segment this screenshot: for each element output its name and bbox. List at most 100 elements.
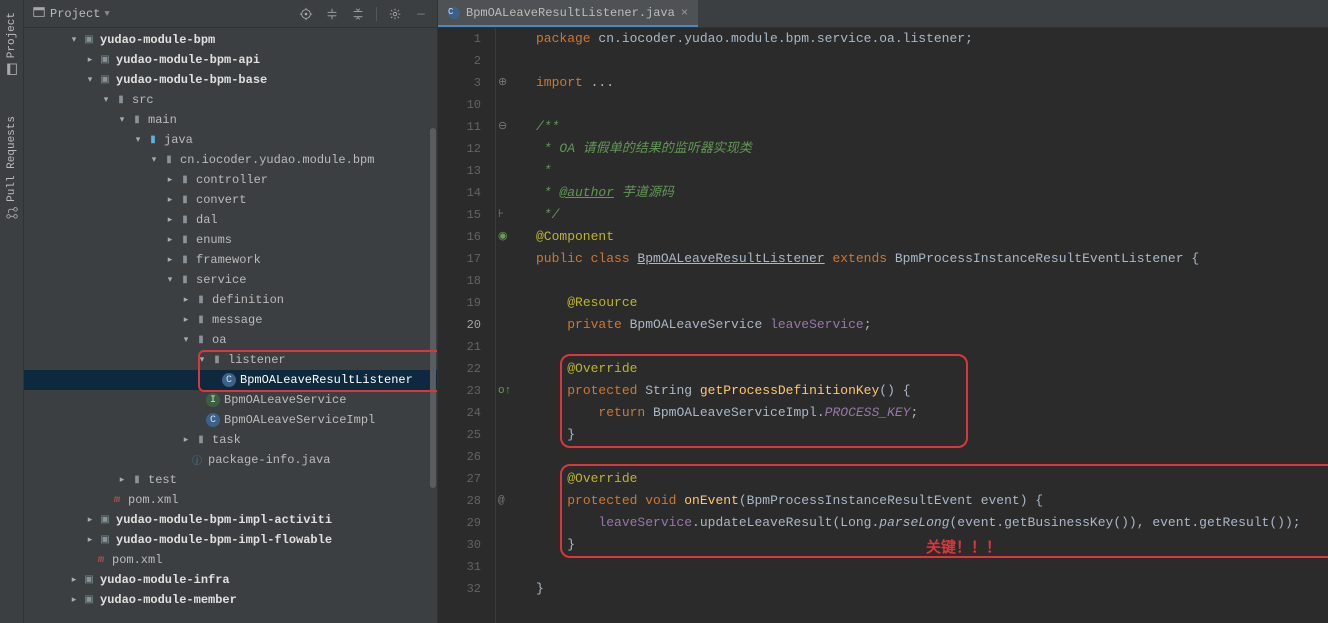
module-folder-icon: ▣ — [98, 53, 112, 67]
tree-label: BpmOALeaveService — [224, 393, 346, 407]
hide-icon[interactable]: — — [413, 6, 429, 22]
tree-label: yudao-module-infra — [100, 573, 230, 587]
editor-body[interactable]: 1 2 3 10 11 12 13 14 15 16 17 18 19 20 2… — [438, 28, 1328, 623]
tree-label: framework — [196, 253, 261, 267]
project-tree[interactable]: ▾▣yudao-module-bpm ▸▣yudao-module-bpm-ap… — [24, 28, 437, 623]
package-icon: ▮ — [162, 153, 176, 167]
class-icon: C — [206, 413, 220, 427]
code-token: } — [536, 581, 544, 596]
code-token: (BpmProcessInstanceResultEvent event) { — [739, 493, 1043, 508]
code-token: * — [536, 185, 559, 200]
tree-node-package[interactable]: ▸▮message — [24, 310, 437, 330]
expand-all-icon[interactable] — [324, 6, 340, 22]
code-token: protected — [567, 383, 637, 398]
tree-node-module[interactable]: ▸▣yudao-module-bpm-impl-activiti — [24, 510, 437, 530]
tree-label: yudao-module-bpm-base — [116, 73, 267, 87]
rail-project[interactable]: Project — [3, 4, 21, 84]
tree-scrollbar[interactable] — [430, 128, 436, 488]
tree-label: yudao-module-bpm-impl-flowable — [116, 533, 332, 547]
editor-tab-label: BpmOALeaveResultListener.java — [466, 6, 675, 20]
package-icon: ▮ — [178, 173, 192, 187]
line-number: 30 — [438, 534, 481, 556]
code-token: private — [567, 317, 622, 332]
tree-node-folder[interactable]: ▸▮test — [24, 470, 437, 490]
project-view-selector[interactable]: Project ▼ — [32, 5, 110, 23]
code-token: cn.iocoder.yudao.module.bpm.service.oa.l… — [591, 31, 973, 46]
tree-node-package[interactable]: ▸▮framework — [24, 250, 437, 270]
tree-node-package[interactable]: ▸▮task — [24, 430, 437, 450]
folder-icon: ▮ — [130, 113, 144, 127]
class-icon: C — [448, 7, 460, 19]
tree-node-package[interactable]: ▸▮definition — [24, 290, 437, 310]
tree-node-module[interactable]: ▸▣yudao-module-infra — [24, 570, 437, 590]
package-icon: ▮ — [178, 233, 192, 247]
project-rail-icon — [5, 62, 19, 76]
chevron-down-icon: ▼ — [104, 9, 109, 19]
tree-node-interface[interactable]: I BpmOALeaveService — [24, 390, 437, 410]
interface-icon: I — [206, 393, 220, 407]
java-file-icon: ⓙ — [190, 453, 204, 467]
tree-label: controller — [196, 173, 268, 187]
tree-node-maven[interactable]: mpom.xml — [24, 550, 437, 570]
folder-icon: ▮ — [130, 473, 144, 487]
code-token: (event.getBusinessKey()), event.getResul… — [950, 515, 1301, 530]
tree-node-src-folder[interactable]: ▾▮java — [24, 130, 437, 150]
line-number: 28 — [438, 490, 481, 512]
pull-request-icon — [5, 206, 19, 220]
tree-node-maven[interactable]: mpom.xml — [24, 490, 437, 510]
project-panel-title: Project — [50, 7, 100, 21]
tree-node-module[interactable]: ▾▣yudao-module-bpm-base — [24, 70, 437, 90]
project-tool-window: Project ▼ — ▾▣yudao-module-bpm ▸▣yudao-m… — [24, 0, 438, 623]
tree-node-package[interactable]: ▸▮convert — [24, 190, 437, 210]
line-number: 25 — [438, 424, 481, 446]
tree-node-module[interactable]: ▾▣yudao-module-bpm — [24, 30, 437, 50]
tree-node-class-selected[interactable]: CBpmOALeaveResultListener — [24, 370, 437, 390]
line-number: 12 — [438, 138, 481, 160]
collapse-all-icon[interactable] — [350, 6, 366, 22]
tree-node-folder[interactable]: ▾▮main — [24, 110, 437, 130]
tree-label: pom.xml — [128, 493, 178, 507]
package-icon: ▮ — [178, 193, 192, 207]
locate-icon[interactable] — [298, 6, 314, 22]
settings-gear-icon[interactable] — [387, 6, 403, 22]
tree-label: main — [148, 113, 177, 127]
tree-node-module[interactable]: ▸▣yudao-module-bpm-api — [24, 50, 437, 70]
tree-node-package[interactable]: ▾▮cn.iocoder.yudao.module.bpm — [24, 150, 437, 170]
package-icon: ▮ — [194, 333, 208, 347]
line-number: 17 — [438, 248, 481, 270]
annotation-label: 关键！！！ — [926, 538, 1001, 560]
tree-label: service — [196, 273, 246, 287]
tree-node-package[interactable]: ▸▮enums — [24, 230, 437, 250]
code-token: */ — [536, 207, 559, 222]
editor-panel: C BpmOALeaveResultListener.java × 1 2 3 … — [438, 0, 1328, 623]
tree-label: yudao-module-bpm-impl-activiti — [116, 513, 332, 527]
close-tab-icon[interactable]: × — [681, 6, 688, 20]
tree-label: dal — [196, 213, 218, 227]
tree-node-module[interactable]: ▸▣yudao-module-bpm-impl-flowable — [24, 530, 437, 550]
tree-node-folder[interactable]: ▾▮src — [24, 90, 437, 110]
rail-pr-label: Pull Requests — [6, 116, 18, 202]
line-number: 15 — [438, 204, 481, 226]
code-token: extends — [825, 251, 895, 266]
code-area[interactable]: package cn.iocoder.yudao.module.bpm.serv… — [496, 28, 1328, 623]
tree-node-module[interactable]: ▸▣yudao-module-member — [24, 590, 437, 610]
tree-node-package[interactable]: ▸▮dal — [24, 210, 437, 230]
package-icon: ▮ — [194, 293, 208, 307]
code-token: import — [536, 75, 583, 90]
tree-node-package[interactable]: ▸▮controller — [24, 170, 437, 190]
package-icon: ▮ — [210, 353, 224, 367]
package-icon: ▮ — [194, 433, 208, 447]
tree-node-java-file[interactable]: ⓙpackage-info.java — [24, 450, 437, 470]
line-number: 11 — [438, 116, 481, 138]
rail-pull-requests[interactable]: Pull Requests — [3, 108, 21, 228]
code-token: /** — [536, 119, 559, 134]
tree-node-class[interactable]: CBpmOALeaveServiceImpl — [24, 410, 437, 430]
tree-node-package[interactable]: ▾▮listener — [24, 350, 437, 370]
tree-node-package[interactable]: ▾▮oa — [24, 330, 437, 350]
line-number: 20 — [438, 314, 481, 336]
code-token: BpmOALeaveService — [622, 317, 770, 332]
code-token: ; — [911, 405, 919, 420]
tree-node-package[interactable]: ▾▮service — [24, 270, 437, 290]
editor-tab-active[interactable]: C BpmOALeaveResultListener.java × — [438, 0, 698, 27]
package-icon: ▮ — [178, 213, 192, 227]
